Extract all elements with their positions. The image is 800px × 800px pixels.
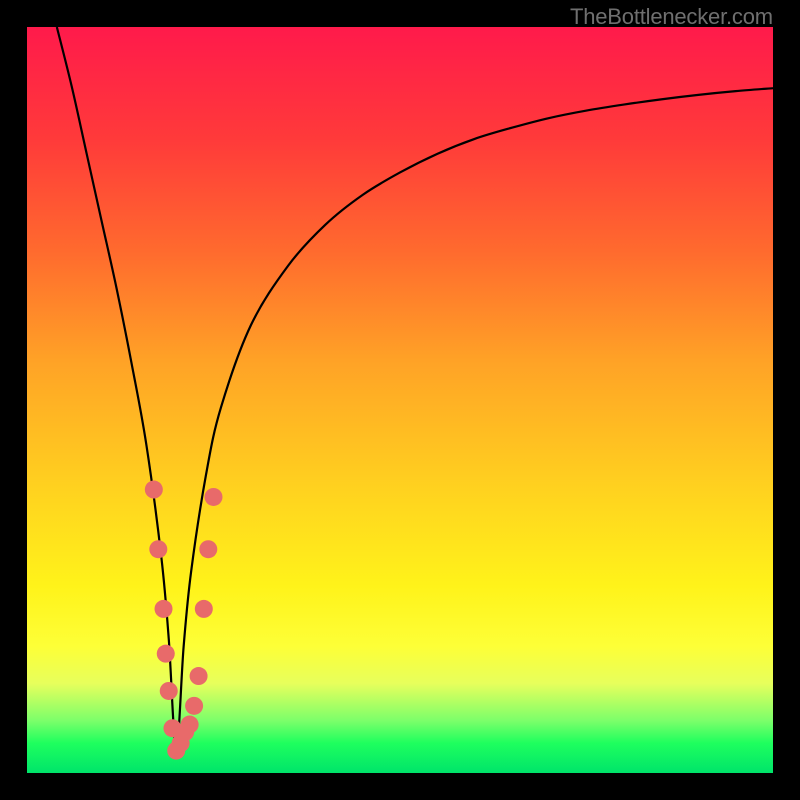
marker-dot — [205, 488, 223, 506]
bottleneck-curve — [57, 27, 773, 751]
marker-dot — [181, 716, 199, 734]
marker-dot — [145, 481, 163, 499]
marker-dot — [160, 682, 178, 700]
outer-frame: TheBottlenecker.com — [0, 0, 800, 800]
marker-dot — [157, 645, 175, 663]
watermark-text: TheBottlenecker.com — [570, 4, 773, 30]
marker-dot — [190, 667, 208, 685]
chart-svg — [27, 27, 773, 773]
marker-dot — [199, 540, 217, 558]
marker-dot — [155, 600, 173, 618]
marker-dot — [195, 600, 213, 618]
marker-dot — [149, 540, 167, 558]
plot-area — [27, 27, 773, 773]
marker-dot — [185, 697, 203, 715]
